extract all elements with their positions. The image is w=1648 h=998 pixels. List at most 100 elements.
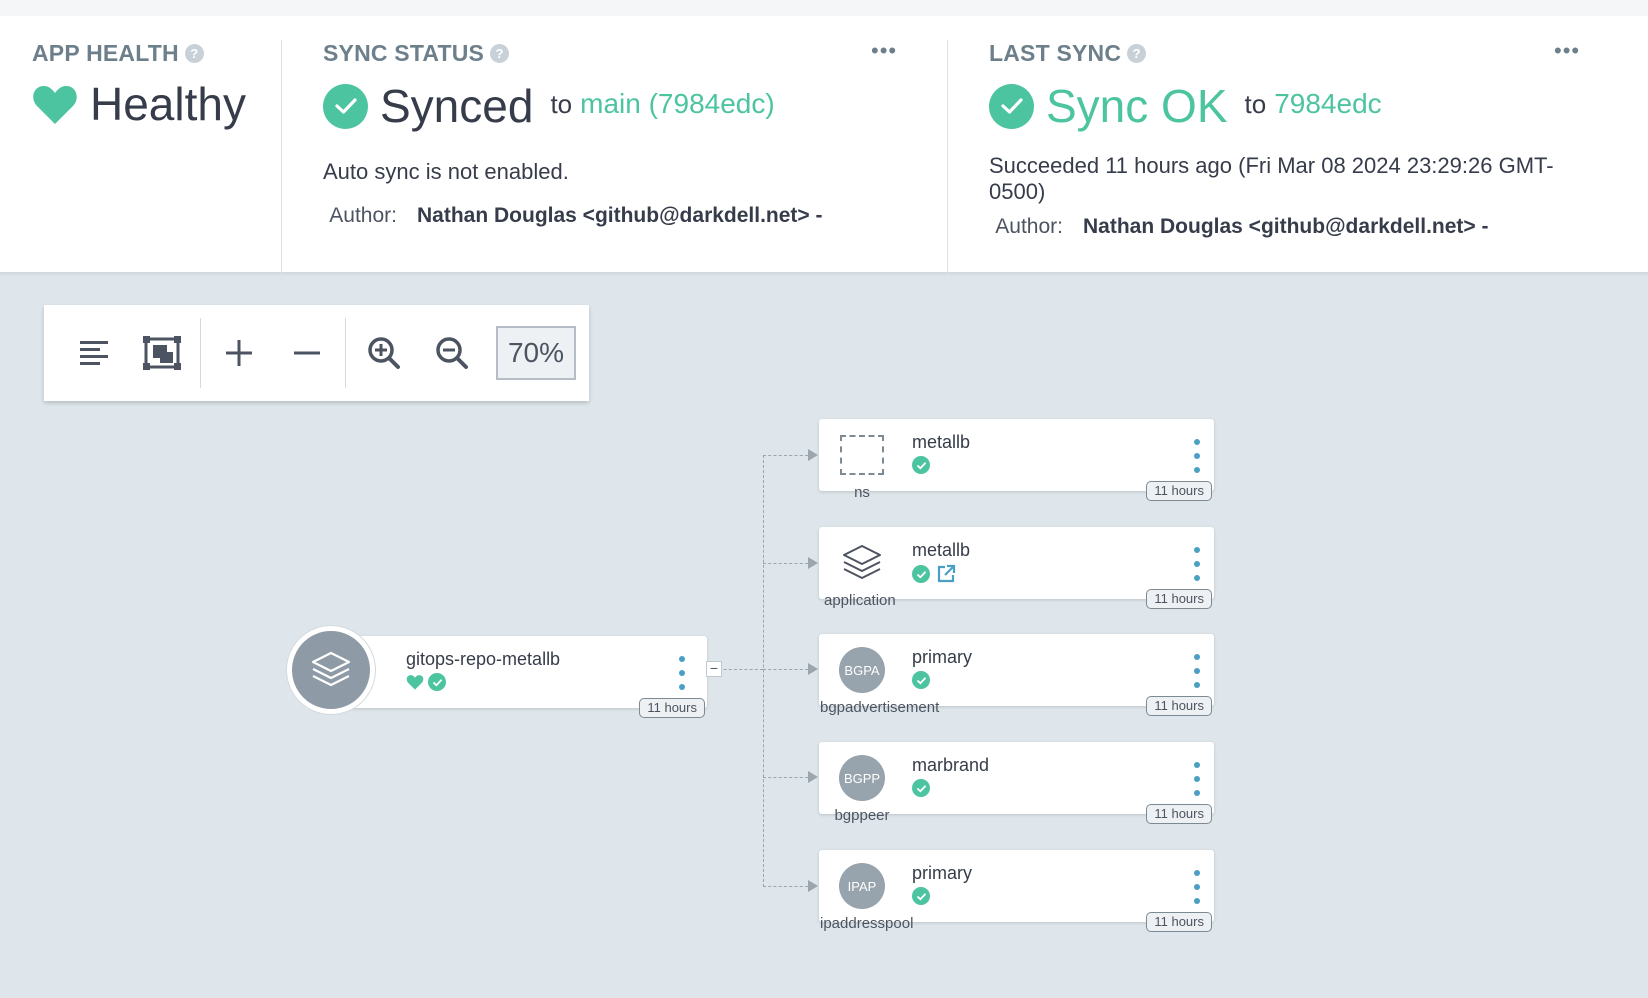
node-status — [912, 671, 930, 689]
application-kind-icon — [287, 626, 375, 714]
help-icon[interactable]: ? — [490, 44, 510, 63]
kind-abbr: BGPA — [839, 647, 885, 693]
node-kind: bgpadvertisement — [820, 699, 940, 716]
expand-all-button[interactable] — [205, 321, 273, 385]
list-view-button[interactable] — [60, 321, 128, 385]
node-name: primary — [912, 863, 973, 883]
node-status — [912, 779, 930, 797]
heart-icon — [33, 86, 77, 124]
node-name: marbrand — [912, 755, 990, 775]
age-badge: 11 hours — [1146, 804, 1212, 824]
graph-edge — [763, 669, 808, 670]
toolbar-separator — [345, 318, 346, 388]
node-status — [406, 673, 446, 691]
synced-check-icon — [912, 565, 930, 583]
age-badge: 11 hours — [1146, 912, 1212, 932]
layers-icon — [839, 540, 885, 586]
last-sync-row: Sync OK to 7984edc — [989, 83, 1569, 129]
collapse-all-button[interactable] — [273, 321, 341, 385]
node-menu-button[interactable] — [677, 656, 687, 690]
app-health-label: APP HEALTH — [32, 40, 179, 66]
panel-divider — [281, 40, 282, 274]
last-sync-revision-link[interactable]: 7984edc — [1274, 88, 1381, 120]
author-name: Nathan Douglas <github@darkdell.net> - — [417, 204, 823, 227]
edge-arrow — [808, 557, 818, 569]
check-circle-icon — [323, 83, 368, 129]
more-options-icon[interactable]: ••• — [1554, 40, 1580, 62]
last-sync-message: Succeeded 11 hours ago (Fri Mar 08 2024 … — [989, 153, 1554, 204]
plus-icon — [226, 340, 252, 366]
minus-icon — [294, 351, 320, 355]
namespace-icon — [839, 432, 885, 478]
resource-node-bgppeer[interactable]: BGPP bgppeer marbrand 11 hours — [819, 742, 1214, 824]
synced-check-icon — [912, 456, 930, 474]
heart-icon — [406, 675, 424, 690]
edge-arrow — [808, 880, 818, 892]
app-health-title: APP HEALTH ? — [32, 40, 246, 67]
node-menu-button[interactable] — [1192, 439, 1202, 473]
resource-node-namespace[interactable]: ns metallb 11 hours — [819, 419, 1214, 501]
resource-node-bgpadvertisement[interactable]: BGPA bgpadvertisement primary 11 hours — [819, 634, 1214, 716]
node-menu-button[interactable] — [1192, 762, 1202, 796]
graph-toolbar: 70% — [44, 305, 589, 401]
graph-edge — [763, 777, 808, 778]
node-status — [912, 887, 930, 905]
panel-divider — [947, 40, 948, 274]
node-name: metallb — [912, 540, 971, 560]
resource-node-ipaddresspool[interactable]: IPAP ipaddresspool primary 11 hours — [819, 850, 1214, 932]
author-label: Author: — [995, 215, 1063, 238]
app-health-status: Healthy — [90, 78, 246, 130]
kind-abbr: BGPP — [839, 755, 885, 801]
node-menu-button[interactable] — [1192, 870, 1202, 904]
kind-badge-icon: BGPP — [839, 755, 885, 801]
node-status — [912, 564, 956, 584]
help-icon[interactable]: ? — [1127, 44, 1147, 63]
age-badge: 11 hours — [1146, 481, 1212, 501]
status-panel: APP HEALTH ? Healthy SYNC STATUS ? ••• S… — [0, 0, 1648, 274]
graph-edge — [763, 455, 808, 456]
graph-edge — [763, 563, 808, 564]
node-status — [912, 456, 930, 474]
fit-screen-icon — [143, 336, 181, 370]
edge-arrow — [808, 449, 818, 461]
node-menu-button[interactable] — [1192, 547, 1202, 581]
sync-author-row: Author: Nathan Douglas <github@darkdell.… — [304, 204, 823, 228]
age-badge: 11 hours — [1146, 696, 1212, 716]
edge-arrow — [808, 663, 818, 675]
edge-arrow — [808, 771, 818, 783]
zoom-out-icon — [436, 337, 468, 369]
zoom-in-button[interactable] — [350, 321, 418, 385]
external-link-icon[interactable] — [936, 564, 956, 584]
fit-to-screen-button[interactable] — [128, 321, 196, 385]
app-health-row: Healthy — [32, 81, 246, 127]
help-icon[interactable]: ? — [184, 44, 204, 63]
author-label: Author: — [329, 204, 397, 227]
sync-status-label: SYNC STATUS — [323, 40, 485, 66]
sync-target-link[interactable]: main (7984edc) — [580, 88, 775, 120]
last-sync-title: LAST SYNC ? — [989, 40, 1569, 67]
zoom-level: 70% — [496, 326, 576, 380]
node-menu-button[interactable] — [1192, 654, 1202, 688]
zoom-out-button[interactable] — [418, 321, 486, 385]
node-kind: ipaddresspool — [820, 915, 914, 932]
last-sync-author-row: Author: Nathan Douglas <github@darkdell.… — [970, 215, 1569, 239]
node-name: metallb — [912, 432, 971, 452]
toolbar-separator — [200, 318, 201, 388]
more-options-icon[interactable]: ••• — [871, 40, 897, 62]
node-kind: application — [824, 592, 896, 609]
last-sync-status: Sync OK — [1046, 80, 1228, 132]
node-kind: bgppeer — [834, 807, 890, 824]
collapse-node-button[interactable]: − — [706, 661, 722, 677]
last-sync-label: LAST SYNC — [989, 40, 1122, 66]
app-health-panel: APP HEALTH ? Healthy — [32, 40, 246, 127]
resource-node-application[interactable]: application metallb 11 hours — [819, 527, 1214, 609]
age-badge: 11 hours — [639, 698, 705, 718]
node-kind: ns — [854, 484, 870, 501]
sync-status-panel: SYNC STATUS ? ••• Synced to main (7984ed… — [323, 40, 896, 228]
graph-edge — [763, 455, 764, 887]
kind-badge-icon: BGPA — [839, 647, 885, 693]
synced-check-icon — [912, 887, 930, 905]
node-name: gitops-repo-metallb — [406, 649, 561, 669]
zoom-in-icon — [368, 337, 400, 369]
synced-check-icon — [428, 673, 446, 691]
